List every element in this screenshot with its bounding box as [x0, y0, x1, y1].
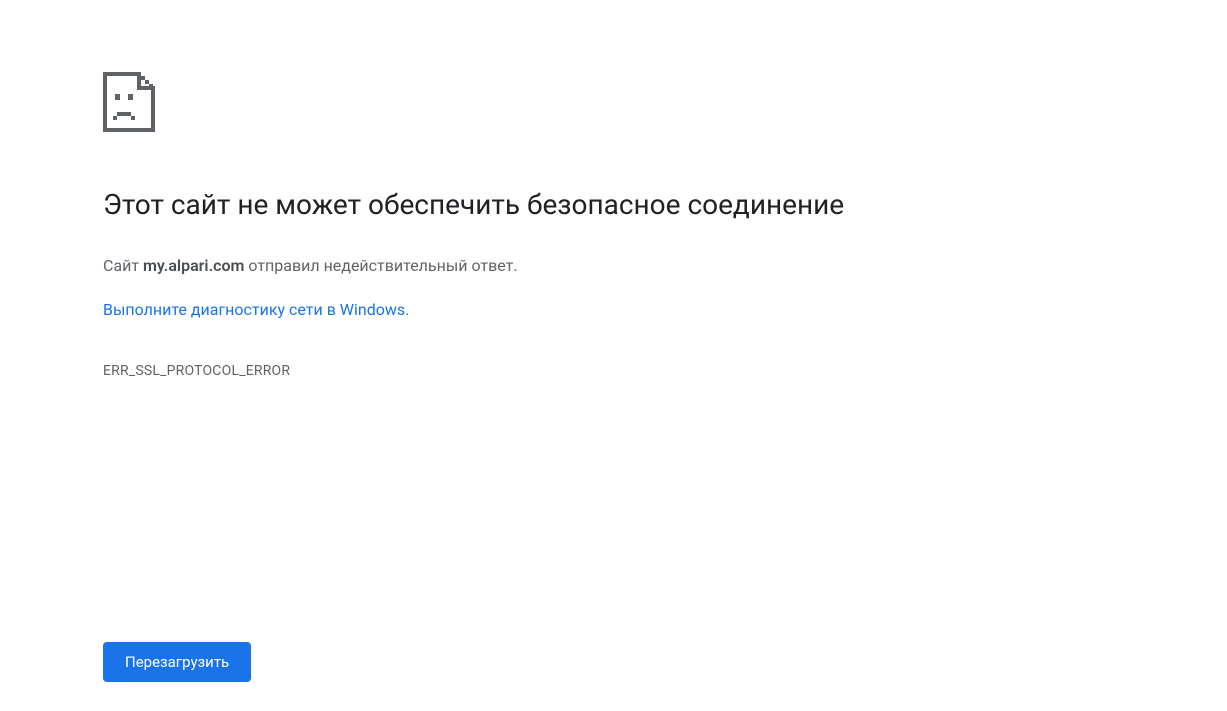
button-wrap: Перезагрузить: [103, 642, 251, 682]
error-container: Этот сайт не может обеспечить безопасное…: [0, 0, 900, 379]
error-code: ERR_SSL_PROTOCOL_ERROR: [103, 363, 900, 379]
description-suffix: отправил недействительный ответ.: [244, 256, 517, 275]
error-heading: Этот сайт не может обеспечить безопасное…: [103, 187, 900, 223]
diagnostic-link[interactable]: Выполните диагностику сети в Windows.: [103, 297, 409, 323]
error-domain: my.alpari.com: [143, 256, 244, 275]
sad-page-icon: [103, 72, 155, 132]
diagnostic-link-text: Выполните диагностику сети в Windows: [103, 300, 405, 319]
reload-button[interactable]: Перезагрузить: [103, 642, 251, 682]
error-description: Сайт my.alpari.com отправил недействител…: [103, 253, 900, 279]
description-prefix: Сайт: [103, 256, 143, 275]
error-icon-wrap: [103, 72, 900, 132]
diagnostic-link-period: .: [405, 300, 409, 319]
